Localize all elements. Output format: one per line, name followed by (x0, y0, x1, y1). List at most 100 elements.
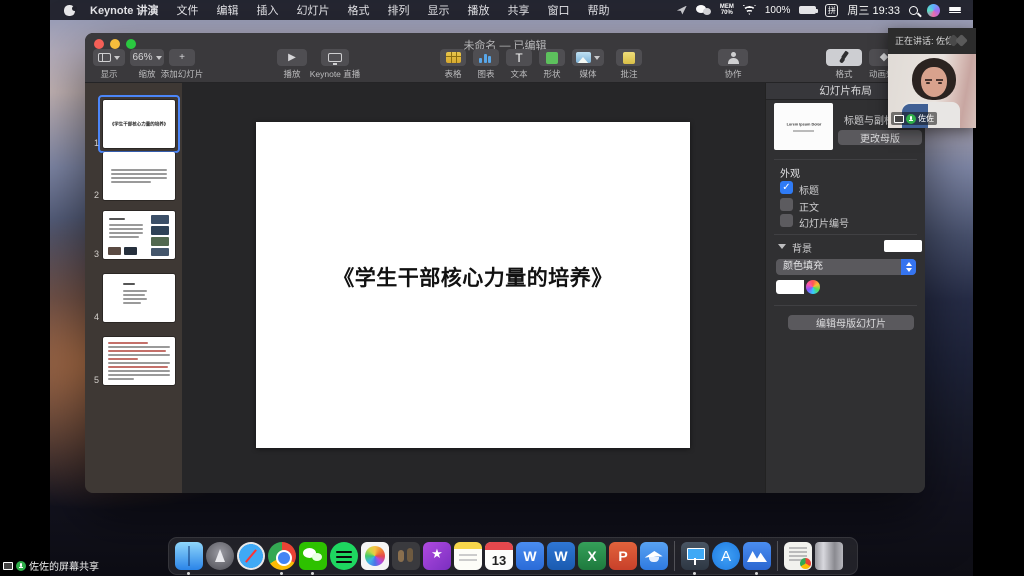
background-disclosure-icon[interactable] (778, 244, 786, 249)
status-plane-icon[interactable] (677, 6, 687, 15)
chart-label: 图表 (473, 68, 499, 80)
slide-thumbnail-5[interactable] (103, 337, 175, 385)
edit-master-button[interactable]: 编辑母版幻灯片 (788, 315, 914, 330)
apple-menu-icon[interactable] (64, 5, 75, 16)
dock-separator (777, 541, 778, 571)
slide-thumbnail-3[interactable] (103, 211, 175, 259)
slide-thumbnail-2[interactable] (103, 152, 175, 200)
menu-format[interactable]: 格式 (347, 2, 369, 18)
screen-share-icon (894, 115, 904, 123)
current-slide[interactable]: 《学生干部核心力量的培养》 (256, 122, 690, 448)
dock-wps-icon[interactable]: W (516, 542, 544, 570)
format-brush-icon (838, 51, 850, 64)
dock-photos-icon[interactable] (361, 542, 389, 570)
menu-share[interactable]: 共享 (507, 2, 529, 18)
menu-file[interactable]: 文件 (176, 2, 198, 18)
chart-button[interactable] (473, 49, 499, 66)
comment-icon (623, 52, 635, 64)
dock-edu-app-icon[interactable] (640, 542, 668, 570)
view-menu-button[interactable] (93, 49, 125, 66)
dock-powerpoint-icon[interactable]: P (609, 542, 637, 570)
slide-number: 3 (85, 249, 99, 259)
fill-type-dropdown[interactable]: 颜色填充 (776, 259, 916, 275)
color-well[interactable] (776, 280, 804, 294)
dock-excel-icon[interactable]: X (578, 542, 606, 570)
slide-layout-thumbnail[interactable]: Lorem Ipsum Dolor (774, 103, 833, 150)
dock-launchpad-icon[interactable] (206, 542, 234, 570)
battery-icon[interactable] (799, 6, 816, 14)
format-button[interactable] (826, 49, 862, 66)
slide-title-text[interactable]: 《学生干部核心力量的培养》 (256, 262, 690, 292)
slide-canvas: 《学生干部核心力量的培养》 (182, 83, 765, 493)
animate-diamond-icon: ◆ (880, 52, 888, 63)
input-method-icon[interactable]: 拼 (825, 4, 838, 17)
memory-status[interactable]: MEM70% (720, 4, 734, 16)
comment-button[interactable] (616, 49, 642, 66)
change-master-button[interactable]: 更改母版 (838, 130, 922, 145)
dock-trash-icon[interactable] (815, 542, 843, 570)
collaborate-icon (727, 52, 740, 64)
background-color-field[interactable] (884, 240, 922, 252)
slide-number-checkbox[interactable] (780, 214, 793, 227)
comment-label: 批注 (616, 68, 642, 80)
keynote-live-button[interactable] (321, 49, 349, 66)
menu-slide[interactable]: 幻灯片 (296, 2, 329, 18)
view-label: 显示 (93, 68, 125, 80)
dock-keynote-icon[interactable] (681, 542, 709, 570)
table-icon (446, 52, 461, 63)
text-label: 文本 (506, 68, 532, 80)
menu-play[interactable]: 播放 (467, 2, 489, 18)
body-checkbox[interactable] (780, 198, 793, 211)
menu-app-name[interactable]: Keynote 讲演 (90, 2, 158, 18)
dock-notes-icon[interactable] (454, 542, 482, 570)
zoom-select-button[interactable]: 66% (130, 49, 164, 66)
play-button[interactable]: ▶ (277, 49, 307, 66)
dock-chrome-icon[interactable] (268, 542, 296, 570)
toolbar: 未命名 — 已编辑 显示 66% 缩放 + 添加幻灯片 ▶ 播放 Keynote… (85, 33, 925, 83)
siri-icon[interactable] (927, 4, 940, 17)
shape-label: 形状 (539, 68, 565, 80)
spotlight-search-icon[interactable] (909, 6, 918, 15)
dock-safari-icon[interactable] (237, 542, 265, 570)
dock-wechat-icon[interactable] (299, 542, 327, 570)
menu-insert[interactable]: 插入 (256, 2, 278, 18)
media-button[interactable] (572, 49, 604, 66)
table-button[interactable] (440, 49, 466, 66)
notification-center-icon[interactable] (949, 5, 961, 15)
text-button[interactable]: T (506, 49, 532, 66)
microphone-icon (16, 561, 26, 571)
slide-thumbnail-4[interactable] (103, 274, 175, 322)
menu-window[interactable]: 窗口 (547, 2, 569, 18)
person-face (921, 67, 947, 97)
title-checkbox[interactable]: ✓ (780, 181, 793, 194)
dock-documents-icon[interactable] (784, 542, 812, 570)
dock-finder-icon[interactable] (175, 542, 203, 570)
add-slide-label: 添加幻灯片 (147, 68, 217, 80)
dock-imovie-icon[interactable] (423, 542, 451, 570)
menu-edit[interactable]: 编辑 (216, 2, 238, 18)
dropdown-stepper-icon (901, 259, 916, 275)
dock-calendar-icon[interactable]: 13 (485, 542, 513, 570)
wechat-status-icon[interactable] (696, 5, 711, 16)
webcam-overlay[interactable]: 正在讲话: 佐佐 佐佐 (888, 28, 976, 128)
color-wheel-icon[interactable] (806, 280, 820, 294)
collaborate-button[interactable] (718, 49, 748, 66)
menu-view[interactable]: 显示 (427, 2, 449, 18)
keynote-window: 未命名 — 已编辑 显示 66% 缩放 + 添加幻灯片 ▶ 播放 Keynote… (85, 33, 925, 493)
table-label: 表格 (440, 68, 466, 80)
dock-spotify-icon[interactable] (330, 542, 358, 570)
menu-clock[interactable]: 周三 19:33 (847, 2, 900, 18)
slide-thumbnail-1[interactable]: 《学生干部核心力量的培养》 (103, 100, 175, 148)
media-label: 媒体 (572, 68, 604, 80)
shape-button[interactable] (539, 49, 565, 66)
microphone-icon (906, 114, 916, 124)
dock-dark-app-icon[interactable] (392, 542, 420, 570)
dock-appstore-icon[interactable]: A (712, 542, 740, 570)
dock-mountain-app-icon[interactable] (743, 542, 771, 570)
menu-arrange[interactable]: 排列 (387, 2, 409, 18)
menu-help[interactable]: 帮助 (587, 2, 609, 18)
meeting-app-logo-icon (955, 34, 968, 47)
wifi-icon[interactable] (743, 5, 756, 15)
add-slide-button[interactable]: + (169, 49, 195, 66)
dock-word-icon[interactable]: W (547, 542, 575, 570)
